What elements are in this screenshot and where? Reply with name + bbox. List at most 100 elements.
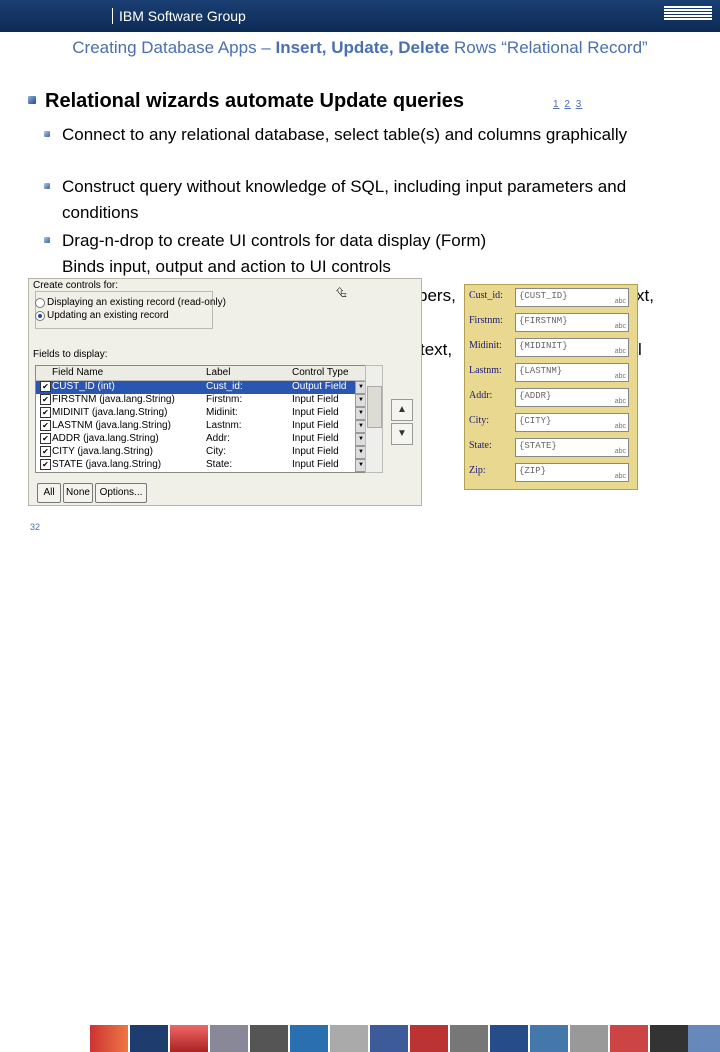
scroll-thumb[interactable] [367, 386, 382, 428]
form-field[interactable]: {CUST_ID} abc [515, 288, 629, 307]
row-checkbox[interactable]: ✔ [40, 446, 51, 457]
main-heading: Relational wizards automate Update queri… [45, 90, 464, 112]
update-record-radio[interactable] [35, 311, 45, 321]
partial-text: l [638, 340, 642, 359]
text-type-icon: abc [614, 298, 626, 305]
row-checkbox[interactable]: ✔ [40, 433, 51, 444]
control-type-cell[interactable]: Input Field [292, 446, 339, 457]
footer-image [570, 1025, 608, 1052]
footer-image [130, 1025, 168, 1052]
form-label: Midinit: [469, 340, 502, 351]
ref-link-3[interactable]: 3 [576, 99, 583, 110]
form-label: Zip: [469, 465, 486, 476]
form-label: Lastnm: [469, 365, 502, 376]
footer-image [650, 1025, 688, 1052]
form-field[interactable]: {MIDINIT} abc [515, 338, 629, 357]
text-type-icon: abc [614, 373, 626, 380]
table-row[interactable]: ✔ STATE (java.lang.String) State: Input Fie… [36, 459, 374, 472]
table-row[interactable]: ✔ CUST_ID (int) Cust_id: Output Field ▼ [36, 381, 374, 394]
form-row: Lastnm: {LASTNM} abc [465, 360, 637, 385]
control-type-cell[interactable]: Input Field [292, 394, 339, 405]
form-row: Cust_id: {CUST_ID} abc [465, 285, 637, 310]
page-number: 32 [30, 522, 41, 532]
reference-links[interactable]: 1 2 3 [553, 99, 583, 110]
form-label: Firstnm: [469, 315, 503, 326]
control-type-cell[interactable]: Input Field [292, 420, 339, 431]
form-field[interactable]: {STATE} abc [515, 438, 629, 457]
field-name-cell: CUST_ID (int) [52, 381, 115, 392]
column-header[interactable]: Label [206, 367, 230, 378]
bullet-item: Binds input, output and action to UI con… [62, 257, 391, 276]
options-button[interactable]: Options... [95, 483, 147, 503]
label-cell[interactable]: Lastnm: [206, 420, 242, 431]
control-type-cell[interactable]: Input Field [292, 433, 339, 444]
row-checkbox[interactable]: ✔ [40, 381, 51, 392]
select-none-button[interactable]: None [63, 483, 93, 503]
footer-image [410, 1025, 448, 1052]
vertical-scrollbar[interactable] [365, 365, 383, 473]
group-name: IBM Software Group [112, 8, 246, 24]
form-row: Zip: {ZIP} abc [465, 460, 637, 485]
form-field[interactable]: {LASTNM} abc [515, 363, 629, 382]
ref-link-1[interactable]: 1 [553, 99, 560, 110]
control-type-cell[interactable]: Input Field [292, 407, 339, 418]
form-field[interactable]: {ZIP} abc [515, 463, 629, 482]
text-type-icon: abc [614, 423, 626, 430]
table-row[interactable]: ✔ CITY (java.lang.String) City: Input Field… [36, 446, 374, 459]
partial-text: xt, [636, 286, 654, 305]
form-field[interactable]: {FIRSTNM} abc [515, 313, 629, 332]
sub-bullet-icon [44, 237, 50, 243]
column-header[interactable]: Field Name [52, 367, 103, 378]
field-name-cell: STATE (java.lang.String) [52, 459, 162, 470]
table-row[interactable]: ✔ LASTNM (java.lang.String) Lastnm: Input F… [36, 420, 374, 433]
form-row: State: {STATE} abc [465, 435, 637, 460]
label-cell[interactable]: Addr: [206, 433, 230, 444]
text-type-icon: abc [614, 348, 626, 355]
footer-image [170, 1025, 208, 1052]
label-cell[interactable]: Cust_id: [206, 381, 243, 392]
form-row: City: {CITY} abc [465, 410, 637, 435]
move-up-button[interactable]: ▲ [391, 399, 413, 421]
label-cell[interactable]: State: [206, 459, 232, 470]
fields-table[interactable]: Field Name Label Control Type ✔ CUST_ID (… [35, 365, 375, 473]
control-type-cell[interactable]: Output Field [292, 381, 346, 392]
form-field-value: {FIRSTNM} [519, 316, 568, 326]
field-name-cell: MIDINIT (java.lang.String) [52, 407, 168, 418]
mouse-cursor-icon: ⮴ [336, 284, 348, 300]
ref-link-2[interactable]: 2 [564, 99, 571, 110]
column-header[interactable]: Control Type [292, 367, 349, 378]
select-all-button[interactable]: All [37, 483, 61, 503]
form-field[interactable]: {CITY} abc [515, 413, 629, 432]
table-row[interactable]: ✔ FIRSTNM (java.lang.String) Firstnm: Input… [36, 394, 374, 407]
update-record-label: Updating an existing record [47, 310, 169, 321]
display-record-radio[interactable] [35, 298, 45, 308]
footer-image [370, 1025, 408, 1052]
ibm-logo [664, 6, 712, 24]
label-cell[interactable]: Midinit: [206, 407, 238, 418]
row-checkbox[interactable]: ✔ [40, 420, 51, 431]
partial-text: text, [420, 340, 453, 359]
footer-image [250, 1025, 288, 1052]
text-type-icon: abc [614, 398, 626, 405]
move-down-icon: ▼ [397, 428, 407, 439]
field-name-cell: LASTNM (java.lang.String) [52, 420, 171, 431]
control-type-cell[interactable]: Input Field [292, 459, 339, 470]
display-record-label: Displaying an existing record (read-only… [47, 297, 226, 308]
footer-image [688, 1025, 720, 1052]
form-field[interactable]: {ADDR} abc [515, 388, 629, 407]
label-cell[interactable]: Firstnm: [206, 394, 242, 405]
move-down-button[interactable]: ▼ [391, 423, 413, 445]
form-field-value: {MIDINIT} [519, 341, 568, 351]
row-checkbox[interactable]: ✔ [40, 459, 51, 470]
label-cell[interactable]: City: [206, 446, 226, 457]
row-checkbox[interactable]: ✔ [40, 407, 51, 418]
form-field-value: {LASTNM} [519, 366, 563, 376]
table-row[interactable]: ✔ MIDINIT (java.lang.String) Midinit: Input… [36, 407, 374, 420]
table-row[interactable]: ✔ ADDR (java.lang.String) Addr: Input Field… [36, 433, 374, 446]
form-label: State: [469, 440, 492, 451]
bullet-item: Construct query without knowledge of SQL… [62, 177, 627, 222]
row-checkbox[interactable]: ✔ [40, 394, 51, 405]
form-row: Midinit: {MIDINIT} abc [465, 335, 637, 360]
footer-image [610, 1025, 648, 1052]
footer-strip [0, 512, 720, 1052]
